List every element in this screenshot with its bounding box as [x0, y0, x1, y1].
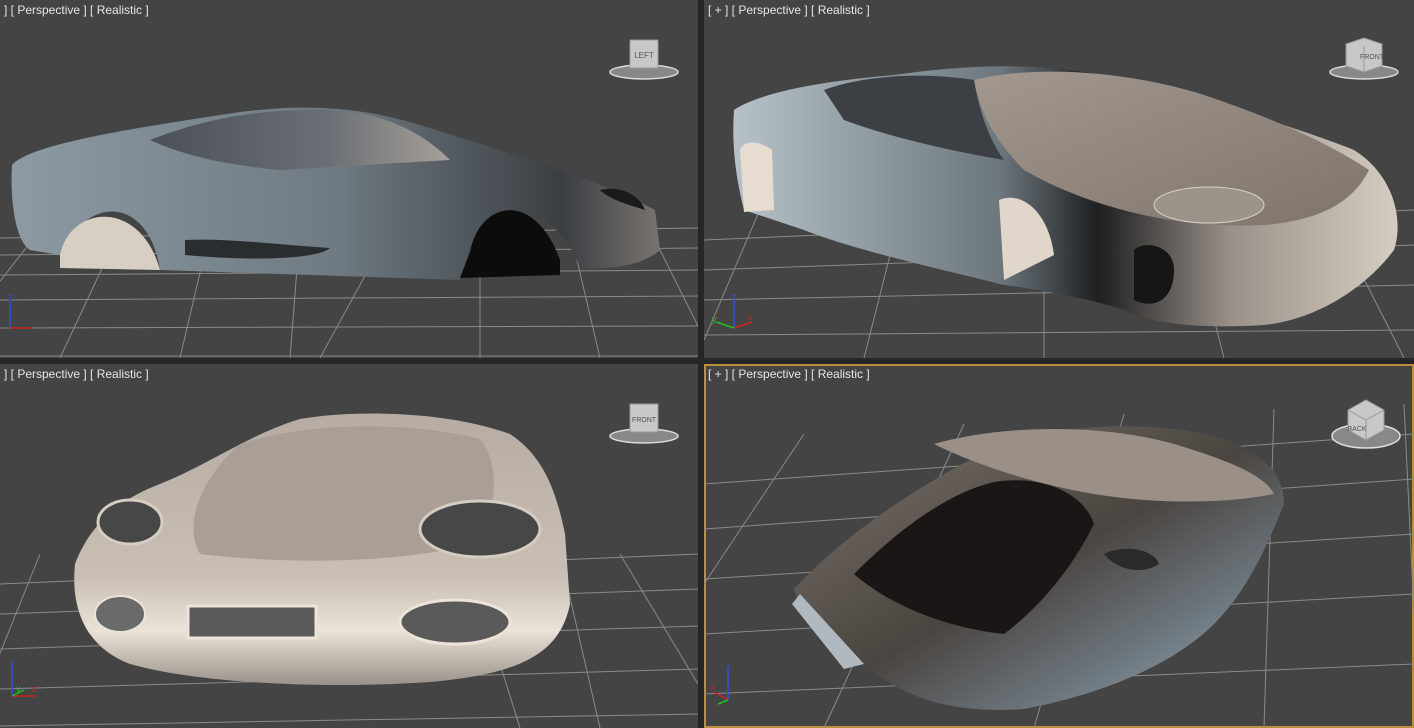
viewcube[interactable]: LEFT [606, 36, 682, 82]
viewport-scene [704, 403, 1414, 728]
car-model [733, 66, 1398, 327]
axis-z-label: z [726, 664, 731, 672]
axis-y-label: y [712, 314, 717, 324]
viewport-top-right[interactable]: [ + ] [ Perspective ] [ Realistic ] FRON… [704, 0, 1414, 358]
viewcube[interactable]: FRONT [1324, 36, 1404, 82]
viewport-bottom-left[interactable]: ] [ Perspective ] [ Realistic ] FRONT z … [0, 364, 698, 728]
viewport-label[interactable]: [ + ] [ Perspective ] [ Realistic ] [708, 3, 870, 17]
viewport-bottom-right[interactable]: [ + ] [ Perspective ] [ Realistic ] BACK… [704, 364, 1414, 728]
axis-z-label: z [10, 660, 15, 668]
axis-triad: z [8, 292, 32, 329]
car-model [74, 413, 570, 685]
axis-z-label: z [732, 292, 737, 302]
viewcube[interactable]: FRONT [606, 400, 682, 446]
axis-triad: z x [710, 664, 731, 705]
viewport-scene [0, 413, 698, 728]
car-model [792, 426, 1284, 710]
viewport-scene [704, 66, 1414, 358]
viewcube-face-label: FRONT [632, 417, 657, 424]
axis-x-label: x [32, 684, 37, 694]
viewport-label[interactable]: ] [ Perspective ] [ Realistic ] [4, 3, 149, 17]
viewcube-face-label: BACK [1347, 426, 1366, 433]
axis-triad: z y x [712, 292, 753, 329]
axis-x-label: x [748, 312, 753, 322]
viewport-label[interactable]: [ + ] [ Perspective ] [ Realistic ] [708, 367, 870, 381]
axis-z-label: z [8, 292, 13, 302]
axis-y-label: y [16, 684, 21, 694]
axis-triad: z y x [10, 660, 37, 697]
viewcube-face-label: FRONT [1360, 54, 1385, 61]
viewcube[interactable]: BACK [1328, 396, 1404, 454]
viewport-scene [0, 107, 698, 358]
viewcube-face-label: LEFT [634, 51, 654, 60]
car-model [11, 107, 661, 280]
viewport-top-left[interactable]: ] [ Perspective ] [ Realistic ] LEFT z [0, 0, 698, 358]
viewport-label[interactable]: ] [ Perspective ] [ Realistic ] [4, 367, 149, 381]
axis-x-label: x [710, 682, 715, 692]
